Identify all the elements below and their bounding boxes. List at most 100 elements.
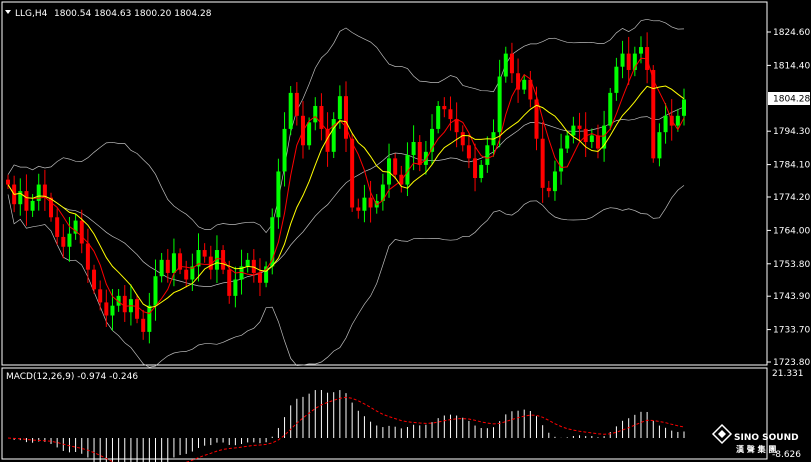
candle (61, 224, 66, 259)
candle (393, 153, 398, 180)
candle-body (423, 151, 428, 165)
candle (42, 169, 47, 211)
candle (528, 70, 533, 108)
candle (128, 284, 133, 326)
price-tick-label: 1743.90 (773, 292, 810, 302)
candle-body (479, 164, 484, 179)
candle (313, 97, 318, 131)
price-tick-label: 1774.20 (773, 193, 810, 203)
candle-body (362, 197, 367, 211)
main-panel-border (1, 1, 768, 366)
candle (18, 178, 23, 216)
candle-body (356, 207, 361, 211)
candle-body (522, 79, 527, 90)
triangle-down-icon[interactable] (5, 10, 11, 14)
candle-body (141, 318, 146, 332)
candle-body (509, 53, 514, 74)
candle-body (98, 289, 103, 303)
candle-body (399, 174, 404, 185)
candle-body (503, 53, 508, 77)
candle-body (55, 217, 60, 237)
candle (362, 184, 367, 223)
candle-body (135, 299, 140, 319)
candle (380, 173, 385, 211)
price-tick-label: 1723.80 (773, 358, 810, 368)
candle (319, 93, 324, 141)
candle-body (257, 272, 262, 283)
candle-body (485, 145, 490, 165)
candle (509, 42, 514, 83)
candle-body (67, 233, 72, 247)
candle (436, 101, 441, 134)
candle (264, 261, 269, 288)
candle (356, 198, 361, 219)
symbol-label: LLG,H4 (15, 9, 48, 19)
candle-body (307, 122, 312, 146)
candle-body (350, 138, 355, 208)
candle-body (546, 187, 551, 192)
main-panel (1, 1, 768, 368)
candle-body (202, 250, 207, 257)
candle-body (368, 197, 373, 208)
ohlc-values: 1800.54 1804.63 1800.20 1804.28 (54, 9, 212, 19)
candle (571, 116, 576, 144)
candle (442, 97, 447, 118)
candle (135, 294, 140, 324)
macd-axis: 21.331 -8.626 (772, 369, 804, 460)
candle (165, 249, 170, 283)
candle (288, 86, 293, 136)
candle (620, 40, 625, 79)
candle (503, 46, 508, 83)
candle-body (92, 269, 97, 290)
candle (485, 136, 490, 173)
candle-body (79, 220, 84, 244)
candle-body (282, 128, 287, 172)
candle (104, 289, 109, 328)
bollinger-lower-line (7, 185, 685, 368)
candle-body (251, 259, 256, 273)
macd-header: MACD(12,26,9) -0.974 -0.246 (6, 372, 138, 382)
candle-body (466, 145, 471, 159)
candle-body (571, 125, 576, 136)
candle (675, 108, 680, 132)
candle-body (233, 279, 238, 296)
candle-body (448, 109, 453, 120)
current-price-label: 1804.28 (773, 95, 810, 105)
candle-body (337, 96, 342, 120)
candle-body (454, 119, 459, 133)
candle (417, 135, 422, 172)
candle-body (294, 92, 299, 116)
candle-body (473, 158, 478, 179)
candle (460, 125, 465, 152)
candle-body (276, 171, 281, 218)
candle (24, 174, 29, 226)
logo-chinese: 漢 聲 集 團 (736, 444, 776, 454)
candle (251, 249, 256, 283)
candle (430, 114, 435, 166)
candle-body (184, 269, 189, 280)
candle (325, 112, 330, 167)
candle-body (159, 259, 164, 277)
candle-body (565, 135, 570, 149)
candle-body (620, 53, 625, 67)
candle (98, 280, 103, 311)
candle-body (30, 200, 35, 211)
candle-body (245, 259, 250, 267)
candle-body (411, 142, 416, 156)
candle-body (393, 158, 398, 175)
candle-body (663, 115, 668, 133)
price-tick-label: 1764.00 (773, 226, 810, 236)
candle-body (626, 53, 631, 70)
candle-body (442, 105, 447, 110)
candle-body (682, 99, 686, 116)
candle-body (608, 92, 613, 126)
candle (190, 253, 195, 291)
diamond-logo-inner-icon (718, 430, 726, 438)
candle-body (165, 259, 170, 273)
candle (645, 32, 650, 84)
candle (608, 87, 613, 131)
price-axis: 1824.60 1814.40 1794.30 1784.10 1774.20 1764.… (767, 28, 810, 368)
macd-panel (1, 367, 768, 462)
candle-body (552, 171, 557, 192)
price-chart[interactable]: LLG,H4 1800.54 1804.63 1800.20 1804.28 1… (0, 0, 811, 462)
